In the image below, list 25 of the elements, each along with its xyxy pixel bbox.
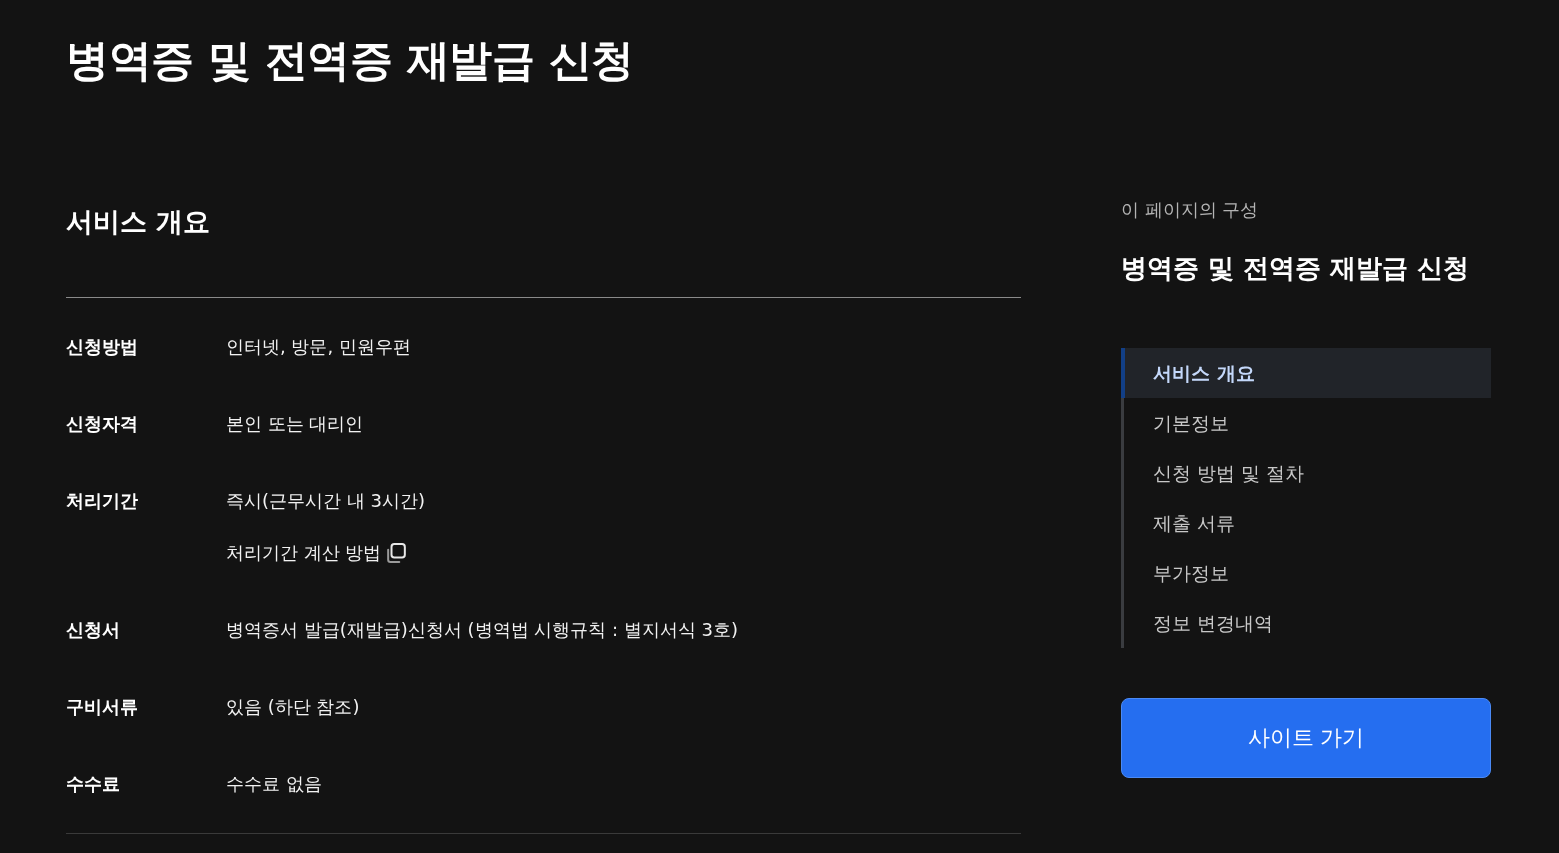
row-label: 구비서류 [66,696,138,717]
copy-icon [387,543,407,563]
row-label: 처리기간 [66,490,138,511]
row-value: 본인 또는 대리인 [226,412,364,436]
row-label: 수수료 [66,773,120,794]
page-title: 병역증 및 전역증 재발급 신청 [66,34,634,87]
toc-caption: 이 페이지의 구성 [1121,198,1259,222]
toc-title: 병역증 및 전역증 재발급 신청 [1121,252,1470,285]
section-heading: 서비스 개요 [66,205,211,239]
toc-item[interactable]: 서비스 개요 [1121,348,1491,398]
toc-item[interactable]: 기본정보 [1124,398,1491,448]
toc-item[interactable]: 부가정보 [1124,548,1491,598]
toc-item[interactable]: 신청 방법 및 절차 [1124,448,1491,498]
row-label: 신청자격 [66,413,138,434]
row-value: 병역증서 발급(재발급)신청서 (병역법 시행규칙 : 별지서식 3호) [226,618,738,642]
row-value: 있음 (하단 참조) [226,695,360,719]
toc-item[interactable]: 정보 변경내역 [1124,598,1491,648]
site-button[interactable]: 사이트 가기 [1121,698,1491,778]
toc-item[interactable]: 제출 서류 [1124,498,1491,548]
row-value: 인터넷, 방문, 민원우편 [226,335,411,359]
row-value: 즉시(근무시간 내 3시간) [226,489,425,513]
row-value: 수수료 없음 [226,772,322,796]
row-label: 신청방법 [66,336,138,357]
calculation-link[interactable]: 처리기간 계산 방법 [226,538,407,568]
row-label: 신청서 [66,619,120,640]
